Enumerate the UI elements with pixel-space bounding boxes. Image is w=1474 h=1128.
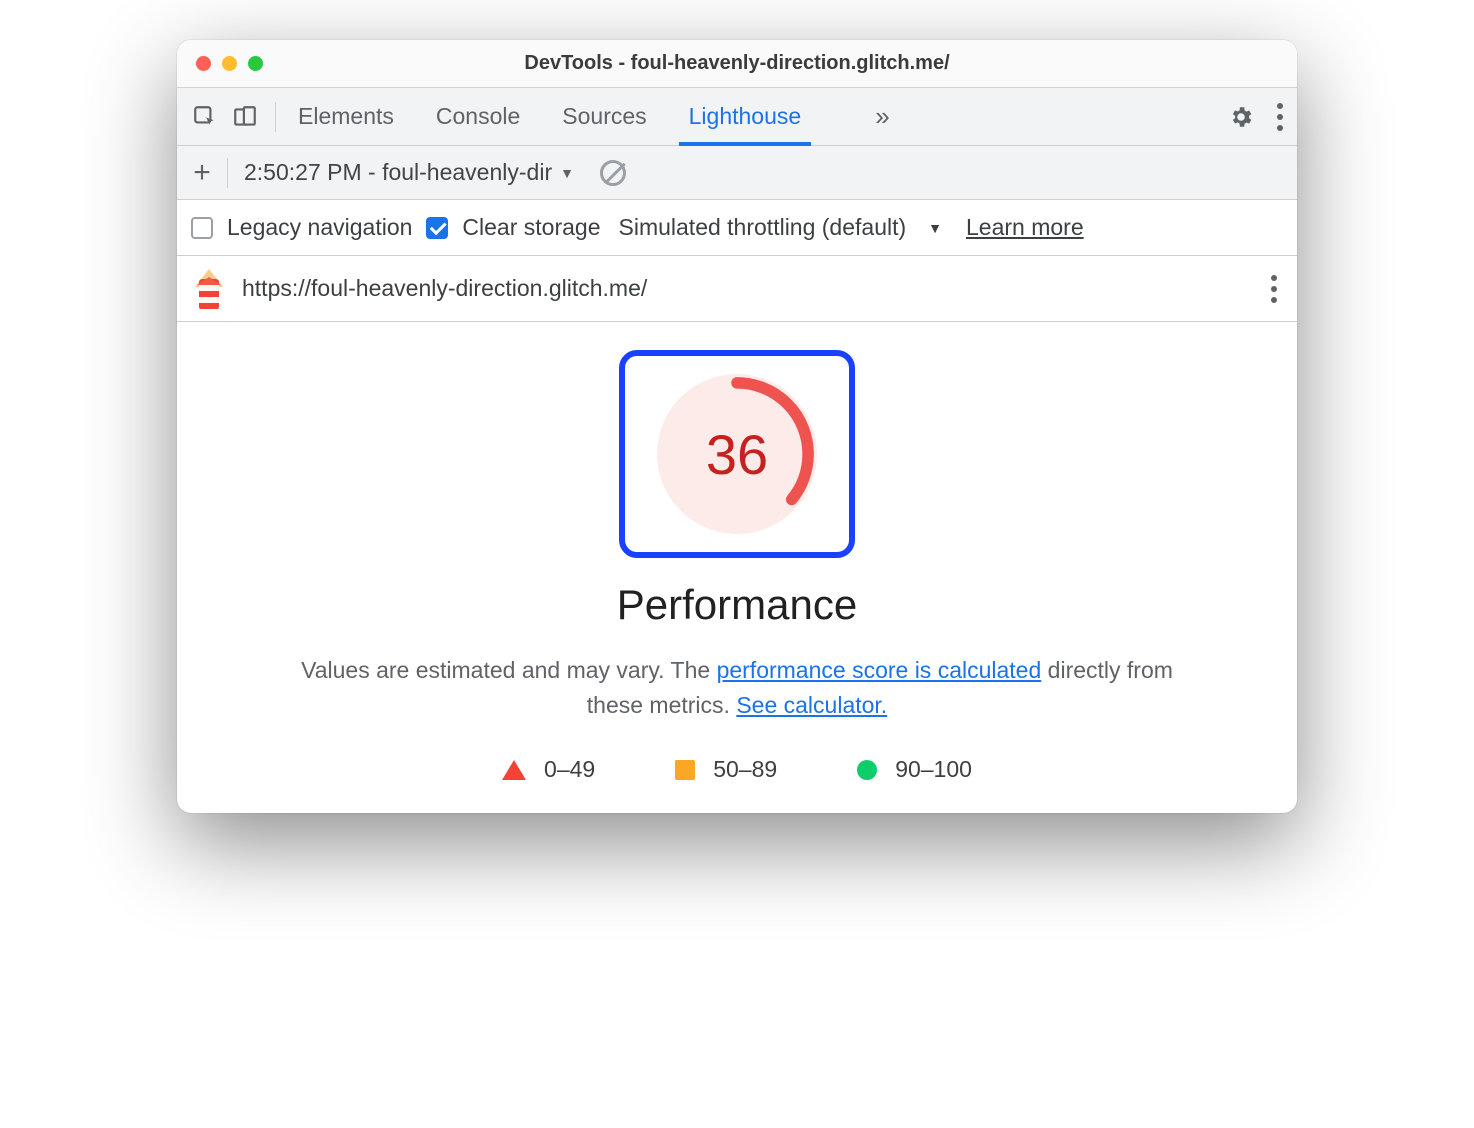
square-icon — [675, 760, 695, 780]
inspect-element-icon[interactable] — [185, 97, 225, 137]
lighthouse-run-bar: + 2:50:27 PM - foul-heavenly-dir ▼ — [177, 146, 1297, 200]
tab-list: Elements Console Sources Lighthouse » — [296, 88, 888, 145]
tab-sources[interactable]: Sources — [560, 88, 648, 145]
minimize-icon[interactable] — [222, 56, 237, 71]
new-report-button[interactable]: + — [187, 156, 217, 190]
tab-lighthouse[interactable]: Lighthouse — [687, 88, 804, 145]
tab-elements[interactable]: Elements — [296, 88, 396, 145]
circle-icon — [857, 760, 877, 780]
legacy-navigation-checkbox[interactable] — [191, 217, 213, 239]
performance-score-value: 36 — [657, 374, 817, 534]
report-menu-icon[interactable] — [1265, 269, 1283, 309]
score-calc-link[interactable]: performance score is calculated — [717, 657, 1042, 683]
legend-high: 90–100 — [857, 756, 972, 783]
category-description: Values are estimated and may vary. The p… — [297, 653, 1177, 722]
divider — [227, 158, 228, 188]
macos-titlebar: DevTools - foul-heavenly-direction.glitc… — [177, 40, 1297, 88]
more-tabs-icon[interactable]: » — [875, 101, 887, 132]
legend-low: 0–49 — [502, 756, 595, 783]
device-toolbar-icon[interactable] — [225, 97, 265, 137]
see-calculator-link[interactable]: See calculator. — [736, 692, 887, 718]
score-highlight-frame: 36 — [619, 350, 855, 558]
traffic-lights — [177, 56, 263, 71]
report-url: https://foul-heavenly-direction.glitch.m… — [242, 275, 647, 302]
category-title: Performance — [197, 581, 1277, 629]
chevron-down-icon: ▼ — [560, 165, 574, 181]
legend-mid: 50–89 — [675, 756, 777, 783]
learn-more-link[interactable]: Learn more — [966, 214, 1084, 241]
throttling-label: Simulated throttling (default) — [619, 214, 907, 241]
report-main: 36 Performance Values are estimated and … — [177, 322, 1297, 813]
tabs-right — [1221, 97, 1289, 137]
close-icon[interactable] — [196, 56, 211, 71]
score-legend: 0–49 50–89 90–100 — [197, 756, 1277, 783]
kebab-menu-icon[interactable] — [1271, 97, 1289, 137]
report-url-bar: https://foul-heavenly-direction.glitch.m… — [177, 256, 1297, 322]
clear-storage-label: Clear storage — [462, 214, 600, 241]
devtools-window: DevTools - foul-heavenly-direction.glitc… — [177, 40, 1297, 813]
devtools-tabs-row: Elements Console Sources Lighthouse » — [177, 88, 1297, 146]
run-selector-label: 2:50:27 PM - foul-heavenly-dir — [244, 159, 552, 186]
clear-reports-icon[interactable] — [600, 160, 626, 186]
settings-icon[interactable] — [1221, 97, 1261, 137]
maximize-icon[interactable] — [248, 56, 263, 71]
divider — [275, 102, 276, 132]
legacy-navigation-label: Legacy navigation — [227, 214, 412, 241]
clear-storage-checkbox[interactable] — [426, 217, 448, 239]
run-selector[interactable]: 2:50:27 PM - foul-heavenly-dir ▼ — [244, 159, 574, 186]
lighthouse-icon — [191, 269, 226, 309]
window-title: DevTools - foul-heavenly-direction.glitc… — [177, 52, 1297, 75]
performance-score-gauge[interactable]: 36 — [657, 374, 817, 534]
tab-console[interactable]: Console — [434, 88, 522, 145]
lighthouse-options-bar: Legacy navigation Clear storage Simulate… — [177, 200, 1297, 256]
chevron-down-icon: ▼ — [928, 220, 942, 236]
triangle-icon — [502, 760, 526, 780]
throttling-dropdown[interactable]: Simulated throttling (default) ▼ — [619, 214, 943, 241]
